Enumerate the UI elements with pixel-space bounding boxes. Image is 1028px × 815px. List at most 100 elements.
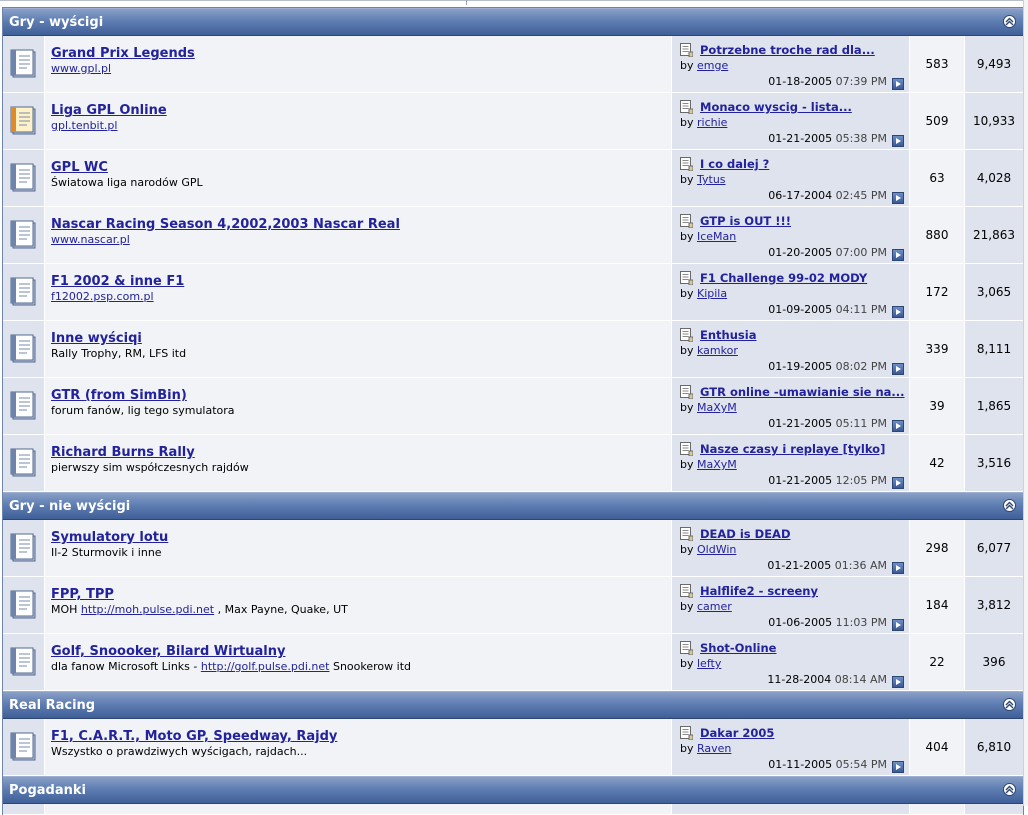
last-post-user-link[interactable]: emge xyxy=(697,59,728,72)
last-post-date: 01-18-2005 07:39 PM xyxy=(768,75,887,88)
post-count: 10,933 xyxy=(965,93,1023,149)
forum-title-link[interactable]: Symulatory lotu xyxy=(51,530,671,545)
last-post-title-link[interactable]: Halflife2 - screeny xyxy=(700,584,818,598)
last-post-by: by emge xyxy=(680,59,728,72)
last-post-user-link[interactable]: Raven xyxy=(697,742,731,755)
forum-website-link[interactable]: www.gpl.pl xyxy=(51,62,111,75)
forum-title-link[interactable]: Liga GPL Online xyxy=(51,103,671,118)
go-to-last-post-icon[interactable] xyxy=(892,420,904,432)
last-post-user-link[interactable]: MaXyM xyxy=(697,401,737,414)
last-post-user-link[interactable]: Kipila xyxy=(697,287,727,300)
last-post-date: 01-21-2005 12:05 PM xyxy=(768,474,887,487)
go-to-last-post-icon[interactable] xyxy=(892,363,904,375)
forum-title-link[interactable]: GPL WC xyxy=(51,160,671,175)
forum-row: GPL WC Światowa liga narodów GPL I co dale… xyxy=(3,150,1023,207)
forum-website-link[interactable]: http://moh.pulse.pdi.net xyxy=(81,603,214,616)
last-post-user-link[interactable]: OldWin xyxy=(697,543,736,556)
go-to-last-post-icon[interactable] xyxy=(892,192,904,204)
last-post-date-value: 01-20-2005 xyxy=(768,246,833,259)
last-post-user-link[interactable]: Tytus xyxy=(697,173,726,186)
go-to-last-post-icon[interactable] xyxy=(892,249,904,261)
forum-title-link[interactable]: F1, C.A.R.T., Moto GP, Speedway, Rajdy xyxy=(51,729,671,744)
go-to-last-post-icon[interactable] xyxy=(892,676,904,688)
forum-title-link[interactable]: Inne wyściqi xyxy=(51,331,671,346)
thread-icon xyxy=(680,271,694,286)
last-post-date-value: 01-21-2005 xyxy=(767,559,832,572)
forum-title-link[interactable]: F1 2002 & inne F1 xyxy=(51,274,671,289)
forum-info-cell: F1, C.A.R.T., Moto GP, Speedway, Rajdy Ws… xyxy=(45,719,672,775)
collapse-icon[interactable] xyxy=(1003,15,1016,28)
last-post-cell: F1 Challenge 99-02 MODY by Kipila 01-09-20… xyxy=(672,264,910,320)
last-post-title-link[interactable]: Shot-Online xyxy=(700,641,776,655)
category-title[interactable]: Real Racing xyxy=(9,698,95,713)
forum-title-link[interactable]: Nascar Racing Season 4,2002,2003 Nascar … xyxy=(51,217,671,232)
go-to-last-post-icon[interactable] xyxy=(892,761,904,773)
thread-icon xyxy=(680,726,694,741)
category-title[interactable]: Pogadanki xyxy=(9,783,86,798)
forum-status-cell xyxy=(3,378,45,434)
last-post-title-link[interactable]: I co dalej ? xyxy=(700,157,769,171)
last-post-time: 08:02 PM xyxy=(835,360,887,373)
last-post-title-link[interactable]: Potrzebne troche rad dla... xyxy=(700,43,875,57)
go-to-last-post-icon[interactable] xyxy=(892,619,904,631)
forum-row: F1 2002 & inne F1 f12002.psp.com.pl F1 Cha… xyxy=(3,264,1023,321)
category-title[interactable]: Gry - wyścigi xyxy=(9,15,103,30)
last-post-title-link[interactable]: DEAD is DEAD xyxy=(700,527,791,541)
last-post-user-link[interactable]: IceMan xyxy=(697,230,736,243)
by-label: by xyxy=(680,230,694,243)
forum-description: dla fanow Microsoft Links - http://golf.… xyxy=(51,660,671,673)
last-post-cell: Monaco wyscig - lista... by richie 01-21-2… xyxy=(672,93,910,149)
last-post-date-value: 01-11-2005 xyxy=(768,758,833,771)
last-post-title-link[interactable]: F1 Challenge 99-02 MODY xyxy=(700,271,867,285)
last-post-title-link[interactable]: Dakar 2005 xyxy=(700,726,774,740)
forum-website-link[interactable]: f12002.psp.com.pl xyxy=(51,290,154,303)
forum-icon xyxy=(10,533,38,563)
last-post-title-link[interactable]: GTP is OUT !!! xyxy=(700,214,791,228)
thread-icon xyxy=(680,442,694,457)
last-post-cell: Halflife2 - screeny by camer 01-06-2005 11… xyxy=(672,577,910,633)
post-count: 3,065 xyxy=(965,264,1023,320)
forum-title-link[interactable]: FPP, TPP xyxy=(51,587,671,602)
last-post-user-link[interactable]: richie xyxy=(697,116,727,129)
last-post-title-link[interactable]: Enthusia xyxy=(700,328,756,342)
go-to-last-post-icon[interactable] xyxy=(892,78,904,90)
go-to-last-post-icon[interactable] xyxy=(892,306,904,318)
last-post-cell: DEAD is DEAD by OldWin 01-21-2005 01:36 AM xyxy=(672,520,910,576)
collapse-icon[interactable] xyxy=(1003,698,1016,711)
thread-count: 339 xyxy=(910,321,965,377)
category-title[interactable]: Gry - nie wyścigi xyxy=(9,499,130,514)
post-count: 6,077 xyxy=(965,520,1023,576)
go-to-last-post-icon[interactable] xyxy=(892,477,904,489)
last-post-title-link[interactable]: Nasze czasy i replaye [tylko] xyxy=(700,442,885,456)
last-post-date: 01-21-2005 05:38 PM xyxy=(768,132,887,145)
forum-title-link[interactable]: Grand Prix Legends xyxy=(51,46,671,61)
by-label: by xyxy=(680,401,694,414)
last-post-title-link[interactable]: Monaco wyscig - lista... xyxy=(700,100,852,114)
last-post-user-link[interactable]: lefty xyxy=(697,657,721,670)
collapse-icon[interactable] xyxy=(1003,499,1016,512)
last-post-time: 05:11 PM xyxy=(835,417,887,430)
forum-row: F1, C.A.R.T., Moto GP, Speedway, Rajdy Ws… xyxy=(3,719,1023,776)
forum-website-link[interactable]: http://golf.pulse.pdi.net xyxy=(201,660,330,673)
last-post-user-link[interactable]: kamkor xyxy=(697,344,738,357)
forum-row: FPP, TPP MOH http://moh.pulse.pdi.net , M… xyxy=(3,577,1023,634)
forum-icon xyxy=(10,49,38,79)
collapse-icon[interactable] xyxy=(1003,783,1016,796)
last-post-user-link[interactable]: MaXyM xyxy=(697,458,737,471)
forum-title-link[interactable]: GTR (from SimBin) xyxy=(51,388,671,403)
go-to-last-post-icon[interactable] xyxy=(892,562,904,574)
scrollbar-edge[interactable] xyxy=(1023,0,1028,806)
by-label: by xyxy=(680,657,694,670)
forum-description-text: pierwszy sim współczesnych rajdów xyxy=(51,461,249,474)
go-to-last-post-icon[interactable] xyxy=(892,135,904,147)
thread-count: 39 xyxy=(910,378,965,434)
forum-title-link[interactable]: Richard Burns Rally xyxy=(51,445,671,460)
last-post-title-link[interactable]: GTR online -umawianie sie na... xyxy=(700,385,905,399)
forum-website-link[interactable]: www.nascar.pl xyxy=(51,233,130,246)
last-post-user-link[interactable]: camer xyxy=(697,600,732,613)
forum-title-link[interactable]: Golf, Snoooker, Bilard Wirtualny xyxy=(51,644,671,659)
last-post-cell: Shot-Online by lefty 11-28-2004 08:14 AM xyxy=(672,634,910,690)
forum-website-link[interactable]: gpl.tenbit.pl xyxy=(51,119,117,132)
forum-description-text: , Max Payne, Quake, UT xyxy=(214,603,348,616)
thread-icon xyxy=(680,100,694,115)
